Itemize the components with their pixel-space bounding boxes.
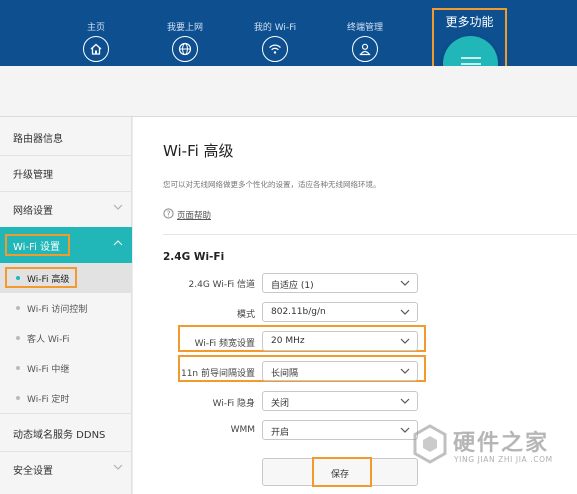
chevron-up-icon <box>113 240 123 246</box>
sidebar-subitem-label: Wi-Fi 访问控制 <box>27 305 88 315</box>
nav-item-my-wifi[interactable]: 我的 Wi-Fi <box>240 0 310 66</box>
mode-select[interactable]: 802.11b/g/n <box>262 302 418 322</box>
highlight-box <box>312 457 372 487</box>
user-icon <box>352 36 378 62</box>
sidebar-item-label: 路由器信息 <box>13 134 63 145</box>
sidebar-item-ddns[interactable]: 动态域名服务 DDNS <box>0 415 132 451</box>
highlight-box <box>5 267 77 288</box>
select-value: 20 MHz <box>271 336 305 346</box>
wifi-icon <box>262 36 288 62</box>
field-label: 2.4G Wi-Fi 信道 <box>188 280 255 290</box>
field-label: WMM <box>230 425 255 435</box>
select-value: 802.11b/g/n <box>271 307 326 317</box>
header-band <box>0 66 577 116</box>
page-title: Wi-Fi 高级 <box>163 142 234 160</box>
nav-item-home[interactable]: 主页 <box>61 0 131 66</box>
wifi-hidden-select[interactable]: 关闭 <box>262 391 418 411</box>
sidebar-item-label: 升级管理 <box>13 170 53 181</box>
question-icon: ? <box>163 208 174 219</box>
chevron-down-icon <box>400 398 410 404</box>
nav-label: 终端管理 <box>346 23 383 33</box>
more-functions-label: 更多功能 <box>445 15 494 29</box>
field-label: 11n 前导间隔设置 <box>180 369 255 379</box>
guard-interval-select[interactable]: 长间隔 <box>262 361 418 381</box>
bullet-icon <box>16 306 20 310</box>
sidebar-subitem-wifi-timer[interactable]: Wi-Fi 定时 <box>0 383 132 413</box>
wmm-select[interactable]: 开启 <box>262 420 418 440</box>
sidebar-subitem-label: Wi-Fi 定时 <box>27 395 70 405</box>
sidebar-subitem-wifi-access-control[interactable]: Wi-Fi 访问控制 <box>0 293 132 323</box>
sidebar-item-label: 动态域名服务 DDNS <box>13 430 106 441</box>
chevron-down-icon <box>400 338 410 344</box>
highlight-box <box>5 234 70 256</box>
nav-item-internet[interactable]: 我要上网 <box>150 0 220 66</box>
nav-label: 我的 Wi-Fi <box>253 23 297 33</box>
nav-label: 主页 <box>86 23 105 33</box>
logo-icon <box>413 424 447 464</box>
channel-select[interactable]: 自适应 (1) <box>262 273 418 293</box>
sidebar-item-label: 网络设置 <box>13 206 53 217</box>
watermark: 硬件之家 YING JIAN ZHI JIA .COM <box>410 422 572 470</box>
watermark-text: 硬件之家 <box>453 431 550 456</box>
chevron-down-icon <box>400 280 410 286</box>
nav-label: 我要上网 <box>166 23 203 33</box>
chevron-down-icon <box>400 368 410 374</box>
divider <box>0 413 132 414</box>
bullet-icon <box>16 336 20 340</box>
help-link-label: 页面帮助 <box>177 211 212 221</box>
divider <box>163 234 577 235</box>
watermark-subtext: YING JIAN ZHI JIA .COM <box>454 455 553 464</box>
chevron-down-icon <box>113 204 123 210</box>
chevron-down-icon <box>400 309 410 315</box>
save-button[interactable]: 保存 <box>262 457 418 487</box>
select-value: 长间隔 <box>271 369 299 379</box>
sidebar-subitem-label: 客人 Wi-Fi <box>27 335 70 345</box>
home-icon <box>83 36 109 62</box>
bullet-icon <box>16 366 20 370</box>
field-label: Wi-Fi 隐身 <box>212 399 255 409</box>
chevron-down-icon <box>400 427 410 433</box>
sidebar-item-security[interactable]: 安全设置 <box>0 451 132 487</box>
sidebar-item-label: 安全设置 <box>13 466 53 477</box>
field-label: Wi-Fi 频宽设置 <box>194 339 255 349</box>
select-value: 开启 <box>271 428 290 438</box>
sidebar-subitem-guest-wifi[interactable]: 客人 Wi-Fi <box>0 323 132 353</box>
sidebar: 路由器信息 升级管理 网络设置 Wi-Fi 设置 Wi-Fi 高级 Wi-Fi … <box>0 117 132 494</box>
sidebar-item-network[interactable]: 网络设置 <box>0 191 132 227</box>
select-value: 自适应 (1) <box>271 281 314 291</box>
bullet-icon <box>16 396 20 400</box>
select-value: 关闭 <box>271 399 290 409</box>
svg-text:?: ? <box>167 209 171 218</box>
sidebar-item-router-info[interactable]: 路由器信息 <box>0 119 132 155</box>
section-title: 2.4G Wi-Fi <box>163 251 225 263</box>
sidebar-item-upgrade[interactable]: 升级管理 <box>0 155 132 191</box>
chevron-down-icon <box>113 464 123 470</box>
bandwidth-select[interactable]: 20 MHz <box>262 331 418 351</box>
sidebar-subitem-label: Wi-Fi 中继 <box>27 365 70 375</box>
page-description: 您可以对无线网络做更多个性化的设置，适应各种无线网络环境。 <box>163 180 381 189</box>
sidebar-subitem-wifi-repeater[interactable]: Wi-Fi 中继 <box>0 353 132 383</box>
field-label: 模式 <box>236 310 255 320</box>
globe-icon <box>172 36 198 62</box>
nav-item-devices[interactable]: 终端管理 <box>330 0 400 66</box>
